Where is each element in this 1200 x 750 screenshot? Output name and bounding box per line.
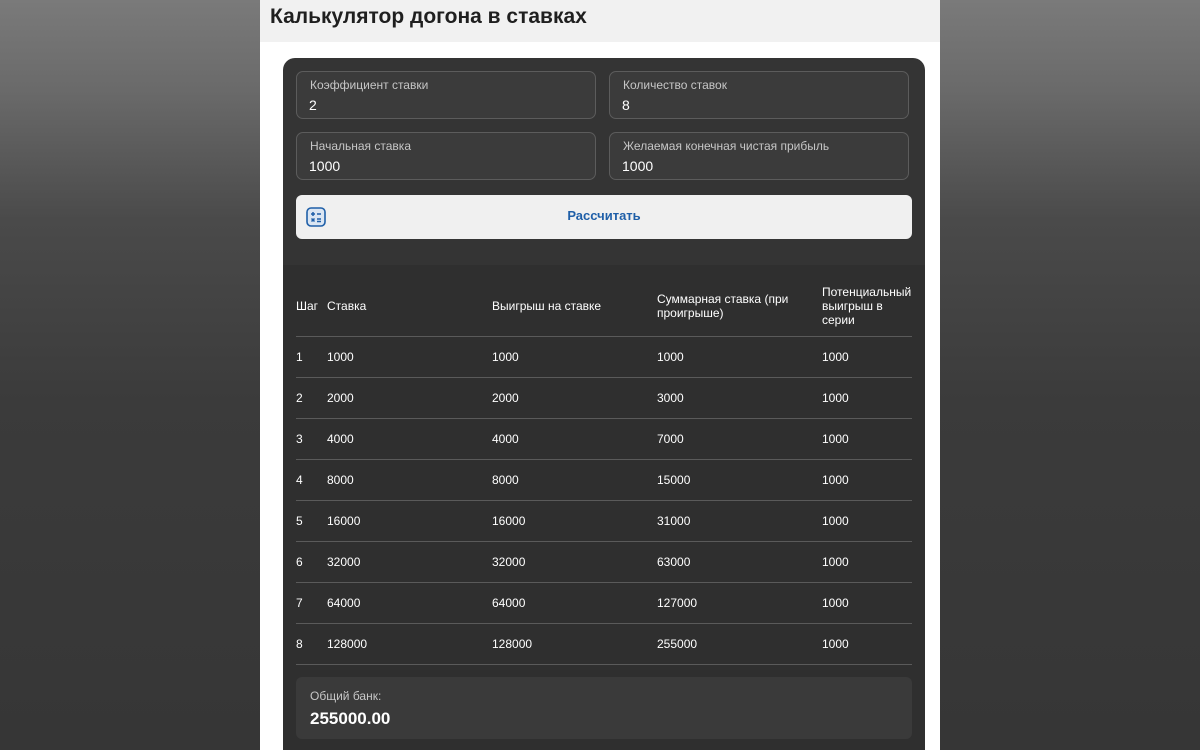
- cell-step: 5: [296, 500, 327, 542]
- coefficient-label: Коэффициент ставки: [310, 78, 429, 92]
- cell-total-bet: 63000: [657, 541, 822, 583]
- initial-bet-input[interactable]: [309, 157, 579, 175]
- cell-total-bet: 1000: [657, 336, 822, 378]
- cell-potential-win: 1000: [822, 541, 912, 583]
- cell-step: 2: [296, 377, 327, 419]
- header-win: Выигрыш на ставке: [492, 276, 657, 337]
- cell-bet: 128000: [327, 623, 492, 665]
- table-row: 3 4000 4000 7000 1000: [296, 418, 912, 460]
- initial-bet-label: Начальная ставка: [310, 139, 411, 153]
- calculate-button-label: Рассчитать: [567, 208, 641, 223]
- bets-count-field: Количество ставок: [609, 71, 909, 119]
- header-potential-win: Потенциальный выигрыш в серии: [822, 276, 912, 337]
- cell-potential-win: 1000: [822, 459, 912, 501]
- cell-win: 8000: [492, 459, 657, 501]
- calculator-card: Коэффициент ставки Количество ставок Нач…: [283, 58, 925, 750]
- cell-potential-win: 1000: [822, 582, 912, 624]
- cell-bet: 32000: [327, 541, 492, 583]
- cell-win: 64000: [492, 582, 657, 624]
- cell-win: 4000: [492, 418, 657, 460]
- cell-win: 32000: [492, 541, 657, 583]
- cell-bet: 4000: [327, 418, 492, 460]
- cell-bet: 2000: [327, 377, 492, 419]
- table-row: 5 16000 16000 31000 1000: [296, 500, 912, 542]
- calculate-button[interactable]: Рассчитать: [296, 195, 912, 239]
- cell-step: 8: [296, 623, 327, 665]
- cell-potential-win: 1000: [822, 377, 912, 419]
- results-panel: Шаг Ставка Выигрыш на ставке Суммарная с…: [283, 265, 925, 750]
- cell-win: 1000: [492, 336, 657, 378]
- cell-potential-win: 1000: [822, 623, 912, 665]
- title-bar: Калькулятор догона в ставках: [260, 0, 940, 42]
- cell-step: 3: [296, 418, 327, 460]
- initial-bet-field: Начальная ставка: [296, 132, 596, 180]
- cell-win: 16000: [492, 500, 657, 542]
- cell-bet: 64000: [327, 582, 492, 624]
- page: Калькулятор догона в ставках Коэффициент…: [260, 0, 940, 750]
- cell-bet: 8000: [327, 459, 492, 501]
- cell-total-bet: 31000: [657, 500, 822, 542]
- table-row: 6 32000 32000 63000 1000: [296, 541, 912, 583]
- desired-profit-label: Желаемая конечная чистая прибыль: [623, 139, 830, 153]
- total-bank-box: Общий банк: 255000.00: [296, 677, 912, 739]
- steps-table: Шаг Ставка Выигрыш на ставке Суммарная с…: [296, 276, 912, 665]
- table-row: 2 2000 2000 3000 1000: [296, 377, 912, 419]
- cell-total-bet: 255000: [657, 623, 822, 665]
- cell-step: 7: [296, 582, 327, 624]
- bets-count-input[interactable]: [622, 96, 892, 114]
- table-row: 1 1000 1000 1000 1000: [296, 336, 912, 378]
- cell-win: 2000: [492, 377, 657, 419]
- total-bank-value: 255000.00: [310, 709, 391, 728]
- page-title: Калькулятор догона в ставках: [270, 5, 587, 28]
- table-row: 8 128000 128000 255000 1000: [296, 623, 912, 665]
- cell-potential-win: 1000: [822, 500, 912, 542]
- cell-total-bet: 3000: [657, 377, 822, 419]
- cell-win: 128000: [492, 623, 657, 665]
- bets-count-label: Количество ставок: [623, 78, 727, 92]
- desired-profit-input[interactable]: [622, 157, 892, 175]
- cell-total-bet: 15000: [657, 459, 822, 501]
- cell-total-bet: 127000: [657, 582, 822, 624]
- table-header-row: Шаг Ставка Выигрыш на ставке Суммарная с…: [296, 276, 912, 337]
- table-row: 4 8000 8000 15000 1000: [296, 459, 912, 501]
- header-bet: Ставка: [327, 276, 492, 337]
- total-bank-label: Общий банк:: [310, 689, 382, 703]
- table-row: 7 64000 64000 127000 1000: [296, 582, 912, 624]
- cell-potential-win: 1000: [822, 336, 912, 378]
- cell-bet: 16000: [327, 500, 492, 542]
- cell-total-bet: 7000: [657, 418, 822, 460]
- cell-step: 6: [296, 541, 327, 583]
- desired-profit-field: Желаемая конечная чистая прибыль: [609, 132, 909, 180]
- cell-step: 1: [296, 336, 327, 378]
- cell-potential-win: 1000: [822, 418, 912, 460]
- cell-bet: 1000: [327, 336, 492, 378]
- coefficient-field: Коэффициент ставки: [296, 71, 596, 119]
- coefficient-input[interactable]: [309, 96, 579, 114]
- header-total-bet: Суммарная ставка (при проигрыше): [657, 276, 822, 337]
- cell-step: 4: [296, 459, 327, 501]
- header-step: Шаг: [296, 276, 327, 337]
